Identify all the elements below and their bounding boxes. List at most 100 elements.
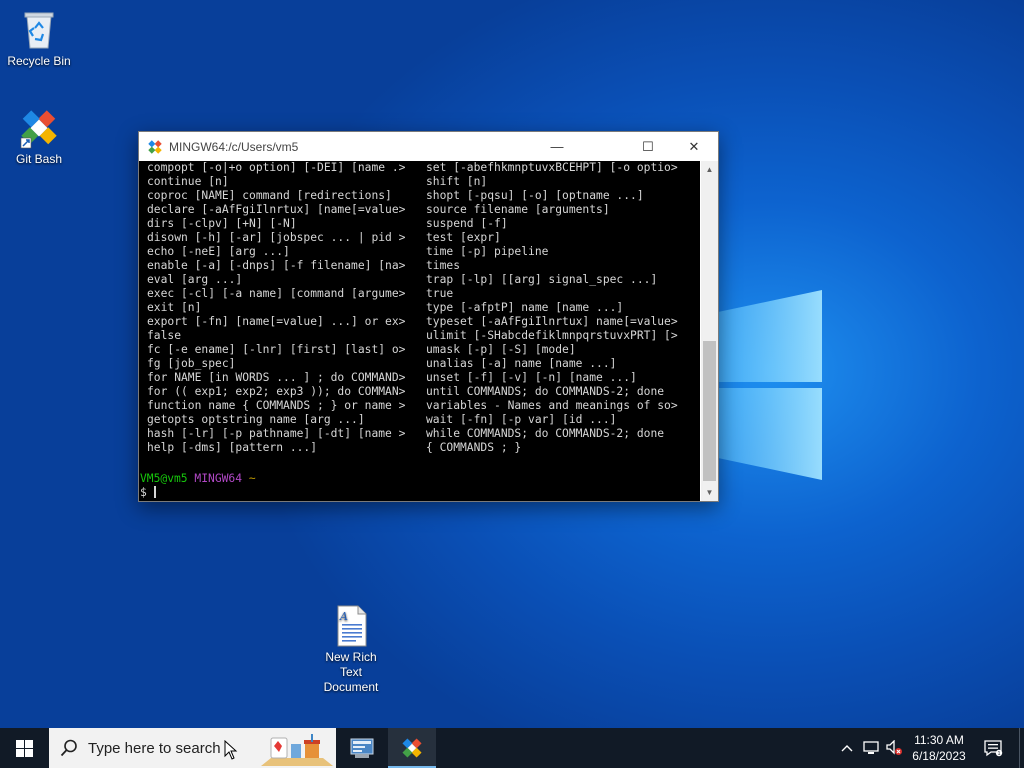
scrollbar-thumb[interactable] bbox=[703, 341, 716, 481]
maximize-icon: ☐ bbox=[642, 138, 654, 154]
terminal-line: for NAME [in WORDS ... ] ; do COMMAND> bbox=[147, 371, 406, 384]
terminal-line: getopts optstring name [arg ...] bbox=[147, 413, 365, 426]
close-icon: ✕ bbox=[688, 138, 700, 154]
prompt-user: VM5@vm5 bbox=[140, 472, 188, 485]
windows-start-icon bbox=[15, 739, 33, 757]
terminal-line: shift [n] bbox=[426, 175, 488, 188]
terminal-line: dirs [-clpv] [+N] [-N] bbox=[147, 217, 297, 230]
volume-tray-button[interactable] bbox=[884, 728, 904, 768]
terminal-line: umask [-p] [-S] [mode] bbox=[426, 343, 576, 356]
volume-muted-icon bbox=[886, 740, 902, 755]
rich-text-document-icon: A bbox=[329, 604, 373, 648]
terminal-output[interactable]: compopt [-o|+o option] [-DEI] [name .> co… bbox=[139, 161, 700, 501]
terminal-line: suspend [-f] bbox=[426, 217, 508, 230]
terminal-line: exit [n] bbox=[147, 301, 202, 314]
mouse-pointer-icon bbox=[224, 740, 238, 760]
network-tray-button[interactable] bbox=[861, 728, 881, 768]
vertical-scrollbar[interactable]: ▲ ▼ bbox=[701, 161, 718, 501]
close-button[interactable]: ✕ bbox=[671, 132, 717, 161]
prompt-env: MINGW64 bbox=[194, 472, 243, 485]
terminal-line: variables - Names and meanings of so> bbox=[426, 399, 678, 412]
maximize-button[interactable]: ☐ bbox=[625, 132, 671, 161]
taskbar-search-box[interactable]: Type here to search bbox=[49, 728, 336, 768]
terminal-line: fc [-e ename] [-lnr] [first] [last] o> bbox=[147, 343, 406, 356]
terminal-line: time [-p] pipeline bbox=[426, 245, 549, 258]
clock-time: 11:30 AM bbox=[914, 733, 964, 747]
terminal-line: shopt [-pqsu] [-o] [optname ...] bbox=[426, 189, 644, 202]
svg-text:A: A bbox=[339, 610, 348, 623]
desktop-icon-new-rich-text-document[interactable]: A New Rich Text Document bbox=[313, 604, 389, 695]
terminal-line: hash [-lr] [-p pathname] [-dt] [name > bbox=[147, 427, 406, 440]
mingw64-terminal-window[interactable]: MINGW64:/c/Users/vm5 — ☐ ✕ compopt [-o|+… bbox=[138, 131, 719, 502]
git-bash-icon bbox=[148, 140, 162, 154]
search-icon bbox=[60, 739, 77, 757]
desktop-icon-recycle-bin[interactable]: Recycle Bin bbox=[1, 8, 77, 69]
recycle-bin-icon bbox=[17, 8, 61, 52]
prompt-symbol: $ bbox=[140, 486, 147, 499]
clock-date: 6/18/2023 bbox=[912, 749, 966, 763]
terminal-line: compopt [-o|+o option] [-DEI] [name .> bbox=[147, 161, 406, 174]
terminal-line: wait [-fn] [-p var] [id ...] bbox=[426, 413, 617, 426]
windows-wallpaper-logo bbox=[718, 290, 822, 480]
taskbar-app-git-bash[interactable] bbox=[388, 728, 436, 768]
terminal-line: export [-fn] [name[=value] ...] or ex> bbox=[147, 315, 406, 328]
terminal-line: echo [-neE] [arg ...] bbox=[147, 245, 290, 258]
terminal-line: for (( exp1; exp2; exp3 )); do COMMAN> bbox=[147, 385, 406, 398]
start-button[interactable] bbox=[0, 728, 48, 768]
text-cursor bbox=[153, 486, 156, 498]
desktop-icon-label: Git Bash bbox=[15, 152, 63, 166]
terminal-line: disown [-h] [-ar] [jobspec ... | pid > bbox=[147, 231, 406, 244]
terminal-line: help [-dms] [pattern ...] bbox=[147, 441, 318, 454]
terminal-line: while COMMANDS; do COMMANDS-2; done bbox=[426, 427, 665, 440]
terminal-line: source filename [arguments] bbox=[426, 203, 610, 216]
desktop-icon-label: Recycle Bin bbox=[7, 54, 71, 68]
terminal-line: coproc [NAME] command [redirections] bbox=[147, 189, 392, 202]
search-highlight-illustration-icon bbox=[261, 734, 333, 766]
notification-icon: 1 bbox=[984, 740, 1003, 757]
svg-text:1: 1 bbox=[998, 751, 1001, 757]
terminal-line: { COMMANDS ; } bbox=[426, 441, 522, 454]
window-titlebar[interactable]: MINGW64:/c/Users/vm5 — ☐ ✕ bbox=[139, 132, 718, 161]
prompt-line: VM5@vm5 MINGW64 ~ bbox=[140, 472, 256, 486]
terminal-line: test [expr] bbox=[426, 231, 501, 244]
terminal-line: function name { COMMANDS ; } or name > bbox=[147, 399, 406, 412]
terminal-line: typeset [-aAfFgiIlnrtux] name[=value> bbox=[426, 315, 678, 328]
terminal-line: fg [job_spec] bbox=[147, 357, 236, 370]
desktop-icon-git-bash[interactable]: Git Bash bbox=[1, 106, 77, 167]
terminal-line: exec [-cl] [-a name] [command [argume> bbox=[147, 287, 406, 300]
search-placeholder: Type here to search bbox=[88, 740, 221, 757]
taskbar: Type here to search 11:30 AM 6/18/2023 1 bbox=[0, 728, 1024, 768]
taskbar-app-server-manager[interactable] bbox=[338, 728, 386, 768]
chevron-up-icon bbox=[841, 745, 853, 752]
terminal-line: true bbox=[426, 287, 454, 300]
scroll-up-icon[interactable]: ▲ bbox=[701, 161, 718, 178]
window-title: MINGW64:/c/Users/vm5 bbox=[169, 140, 299, 154]
terminal-line: set [-abefhkmnptuvxBCEHPT] [-o optio> bbox=[426, 161, 678, 174]
command-line[interactable]: $ bbox=[140, 486, 156, 500]
terminal-line: ulimit [-SHabcdefiklmnpqrstuvxPRT] [> bbox=[426, 329, 678, 342]
server-manager-icon bbox=[350, 738, 374, 758]
terminal-line: trap [-lp] [[arg] signal_spec ...] bbox=[426, 273, 658, 286]
terminal-line: false bbox=[147, 329, 182, 342]
prompt-path: ~ bbox=[248, 472, 256, 485]
show-desktop-button[interactable] bbox=[1019, 728, 1024, 768]
minimize-button[interactable]: — bbox=[534, 132, 580, 161]
terminal-line: enable [-a] [-dnps] [-f filename] [na> bbox=[147, 259, 406, 272]
scroll-down-icon[interactable]: ▼ bbox=[701, 484, 718, 501]
desktop-icon-label: New Rich Text Document bbox=[323, 650, 379, 694]
terminal-line: unset [-f] [-v] [-n] [name ...] bbox=[426, 371, 637, 384]
terminal-line: type [-afptP] name [name ...] bbox=[426, 301, 624, 314]
terminal-line: eval [arg ...] bbox=[147, 273, 243, 286]
taskbar-clock[interactable]: 11:30 AM 6/18/2023 bbox=[905, 732, 973, 764]
action-center-button[interactable]: 1 bbox=[980, 728, 1006, 768]
terminal-line: until COMMANDS; do COMMANDS-2; done bbox=[426, 385, 665, 398]
terminal-line: continue [n] bbox=[147, 175, 229, 188]
terminal-line: times bbox=[426, 259, 461, 272]
terminal-line: unalias [-a] name [name ...] bbox=[426, 357, 617, 370]
help-left-column: compopt [-o|+o option] [-DEI] [name .> co… bbox=[147, 161, 405, 455]
git-bash-icon bbox=[17, 106, 61, 150]
terminal-line: declare [-aAfFgiIlnrtux] [name[=value> bbox=[147, 203, 406, 216]
show-hidden-icons-button[interactable] bbox=[838, 728, 856, 768]
network-icon bbox=[863, 741, 879, 754]
minimize-icon: — bbox=[550, 139, 564, 154]
